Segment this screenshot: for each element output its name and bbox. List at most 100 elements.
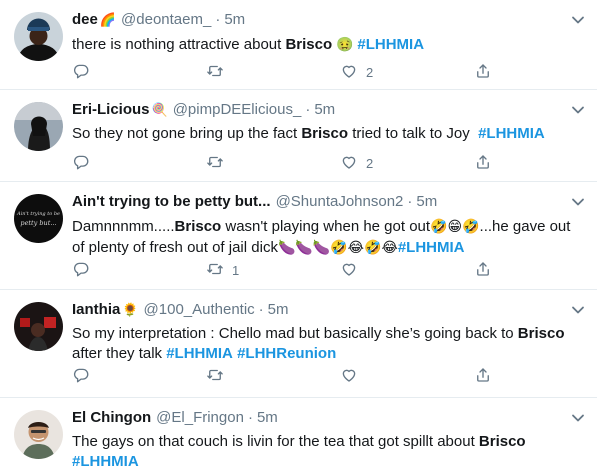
hashtag-link[interactable]: #LHHMIA [478,125,545,142]
text-segment: there is nothing attractive about [72,36,286,53]
timestamp[interactable]: 5m [416,192,437,212]
display-name[interactable]: El Chingon [72,408,151,428]
like-count: 2 [366,64,374,80]
share-icon [474,260,492,281]
reply-button[interactable] [72,260,98,280]
share-icon [474,62,492,83]
tweet[interactable]: dee 🌈 @deontaem_ · 5m there is nothing attrac… [0,0,597,90]
tweet[interactable]: Ianthia 🌻 @100_Authentic · 5m So my interpret… [0,290,597,398]
display-name[interactable]: Ianthia [72,300,120,320]
reply-button[interactable] [72,153,98,173]
tweet-header: El Chingon @El_Fringon · 5m [72,408,583,428]
separator-dot: · [247,409,253,426]
reply-icon [72,153,90,174]
tweet[interactable]: Ain't trying to be petty but... Ain't tryi… [0,182,597,290]
timestamp[interactable]: 5m [314,100,335,120]
separator-dot: · [258,301,264,318]
name-emoji: 🌈 [99,12,117,27]
separator-dot: · [305,101,311,118]
emoji: 🤢 [332,36,358,52]
hashtag-link[interactable]: #LHHMIA [166,345,233,362]
text-segment: The gays on that couch is livin for the … [72,433,479,450]
user-handle[interactable]: @El_Fringon [156,408,244,428]
tweet-actions [72,366,512,386]
share-button[interactable] [474,366,492,386]
like-button[interactable]: 2 [340,153,373,173]
chevron-down-icon[interactable] [571,12,585,24]
text-segment: wasn't playing when he got out [221,218,431,235]
tweet-header: Ain't trying to be petty but... @ShuntaJo… [72,192,583,212]
reply-button[interactable] [72,366,98,386]
reply-button[interactable] [72,62,98,82]
tweet[interactable]: Eri-Licious 🍭 @pimpDEElicious_ · 5m So they n… [0,90,597,182]
hashtag-link[interactable]: #LHHMIA [72,453,139,469]
text-segment: So they not gone bring up the fact [72,125,302,142]
svg-text:petty but...: petty but... [20,219,56,227]
display-name[interactable]: dee [72,10,98,30]
text-segment: So my interpretation : Chello mad but ba… [72,325,518,342]
share-icon [474,366,492,387]
retweet-count: 1 [232,262,240,278]
retweet-button[interactable]: 1 [206,260,239,280]
reply-icon [72,260,90,281]
heart-icon [340,260,358,281]
name-emoji: 🌻 [122,302,139,317]
separator-dot: · [407,193,413,210]
highlighted-term: Brisco [301,125,349,142]
like-button[interactable] [340,366,366,386]
display-name[interactable]: Ain't trying to be petty but... [72,192,271,212]
retweet-button[interactable] [206,153,232,173]
text-segment: Damnnnmm..... [72,218,175,235]
avatar[interactable] [14,102,63,151]
tweet-actions: 2 [72,153,512,173]
highlighted-term: Brisco [517,325,565,342]
avatar[interactable] [14,302,63,351]
chevron-down-icon[interactable] [571,302,585,314]
tweet-feed: dee 🌈 @deontaem_ · 5m there is nothing attrac… [0,0,597,469]
tweet-header: Ianthia 🌻 @100_Authentic · 5m [72,300,583,320]
avatar[interactable] [14,12,63,61]
share-icon [474,153,492,174]
highlighted-term: Brisco [285,36,333,53]
chevron-down-icon[interactable] [571,102,585,114]
retweet-button[interactable] [206,62,232,82]
chevron-down-icon[interactable] [571,194,585,206]
tweet-actions: 2 [72,62,512,82]
separator-dot: · [215,11,221,28]
like-button[interactable]: 2 [340,62,373,82]
tweet-header: dee 🌈 @deontaem_ · 5m [72,10,583,30]
avatar[interactable]: Ain't trying to be petty but... [14,194,63,243]
user-handle[interactable]: @pimpDEElicious_ [173,100,302,120]
tweet-text: So my interpretation : Chello mad but ba… [72,324,583,364]
tweet-text: The gays on that couch is livin for the … [72,432,583,469]
share-button[interactable] [474,153,492,173]
emoji: 🍆🍆🍆🤣😂🤣😂 [277,239,398,255]
like-button[interactable] [340,260,366,280]
user-handle[interactable]: @ShuntaJohnson2 [276,192,404,212]
retweet-icon [206,366,224,387]
retweet-icon [206,62,224,83]
hashtag-link[interactable]: #LHHMIA [357,36,424,53]
chevron-down-icon[interactable] [571,410,585,422]
timestamp[interactable]: 5m [257,408,278,428]
retweet-icon [206,153,224,174]
hashtag-link[interactable]: #LHHMIA [398,239,465,256]
avatar[interactable] [14,410,63,459]
text-segment [526,433,530,450]
like-count: 2 [366,155,374,171]
tweet[interactable]: El Chingon @El_Fringon · 5m The gays on that… [0,398,597,469]
text-segment: tried to talk to Joy [348,125,479,142]
user-handle[interactable]: @deontaem_ [121,10,211,30]
hashtag-link[interactable]: #LHHReunion [237,345,336,362]
share-button[interactable] [474,62,492,82]
tweet-header: Eri-Licious 🍭 @pimpDEElicious_ · 5m [72,100,583,120]
highlighted-term: Brisco [478,433,526,450]
share-button[interactable] [474,260,492,280]
timestamp[interactable]: 5m [224,10,245,30]
display-name[interactable]: Eri-Licious [72,100,150,120]
name-emoji: 🍭 [151,102,168,117]
retweet-button[interactable] [206,366,232,386]
user-handle[interactable]: @100_Authentic [144,300,255,320]
timestamp[interactable]: 5m [268,300,289,320]
tweet-actions: 1 [72,260,512,280]
